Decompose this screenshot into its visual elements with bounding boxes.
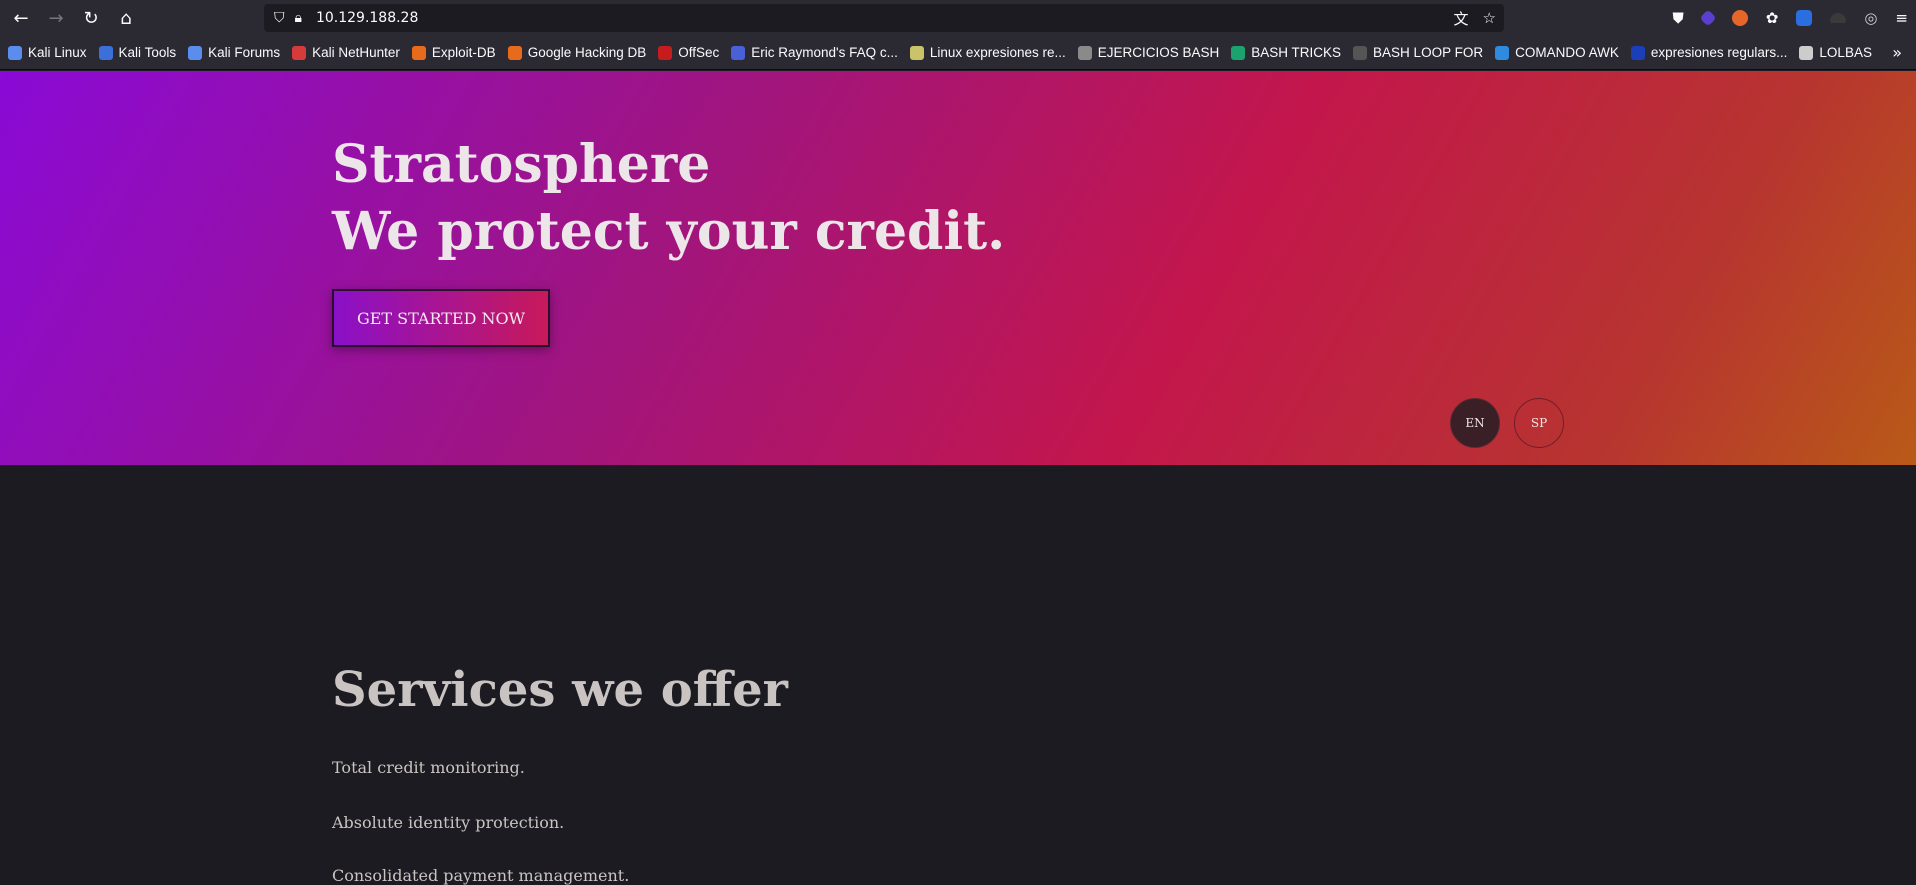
bookmarks-overflow-icon[interactable]: » — [1892, 36, 1902, 69]
language-sp-button[interactable]: SP — [1514, 398, 1564, 448]
pocket-icon[interactable]: ⛊ — [1672, 9, 1683, 27]
bookmark-label: BASH LOOP FOR — [1373, 45, 1484, 60]
services-title: Services we offer — [332, 662, 788, 718]
back-icon[interactable]: ← — [6, 3, 36, 33]
glasses-extension-icon[interactable]: ◎ — [1864, 9, 1877, 27]
translate-icon[interactable]: 文 — [1454, 8, 1469, 29]
bookmark-label: Kali Tools — [118, 45, 177, 60]
bookmark-favicon-icon — [1231, 45, 1246, 60]
bookmark-item[interactable]: Exploit-DB — [411, 45, 496, 60]
service-item: Absolute identity protection. — [332, 813, 565, 832]
hero-title-line2: We protect your credit. — [332, 201, 1006, 262]
bookmark-label: Eric Raymond's FAQ c... — [751, 45, 898, 60]
bookmark-favicon-icon — [188, 45, 203, 60]
service-item: Total credit monitoring. — [332, 758, 525, 777]
bookmark-favicon-icon — [8, 45, 22, 60]
address-bar[interactable]: ⛉ 🔒︎ 10.129.188.28 文 ☆ — [264, 4, 1504, 32]
bookmark-favicon-icon — [1630, 45, 1645, 60]
bookmark-label: Linux expresiones re... — [929, 45, 1066, 60]
bookmark-item[interactable]: Kali Linux — [8, 45, 87, 60]
home-icon[interactable]: ⌂ — [111, 3, 141, 33]
bookmark-favicon-icon — [292, 45, 307, 60]
bookmark-favicon-icon — [909, 45, 924, 60]
bookmark-star-icon[interactable]: ☆ — [1483, 9, 1496, 27]
bookmark-item[interactable]: Kali Tools — [98, 45, 177, 60]
bookmarks-bar: Kali Linux Kali Tools Kali Forums Kali NetH… — [0, 36, 1916, 70]
bookmark-favicon-icon — [658, 45, 673, 60]
bookmark-favicon-icon — [731, 45, 746, 60]
bookmark-item[interactable]: BASH TRICKS — [1231, 45, 1341, 60]
extension-purple-icon[interactable] — [1699, 9, 1717, 27]
translate-extension-icon[interactable] — [1796, 10, 1813, 26]
extension-fox-icon[interactable] — [1731, 10, 1748, 26]
bookmark-label: Kali Forums — [208, 45, 281, 60]
bookmark-favicon-icon — [98, 45, 113, 60]
hero-title-line1: Stratosphere — [332, 134, 711, 195]
reload-icon[interactable]: ↻ — [76, 3, 106, 33]
bookmark-item[interactable]: Eric Raymond's FAQ c... — [731, 45, 898, 60]
bookmark-item[interactable]: EJERCICIOS BASH — [1077, 45, 1220, 60]
bookmark-item[interactable]: Kali Forums — [188, 45, 280, 60]
forward-icon[interactable]: → — [41, 3, 71, 33]
menu-icon[interactable]: ≡ — [1895, 9, 1908, 27]
hat-extension-icon[interactable] — [1830, 13, 1847, 23]
bookmark-label: LOLBAS — [1819, 45, 1872, 60]
bookmark-label: COMANDO AWK — [1515, 45, 1619, 60]
bookmark-label: expresiones regulars... — [1650, 45, 1788, 60]
bookmark-item[interactable]: OffSec — [658, 45, 719, 60]
bookmark-label: Google Hacking DB — [527, 45, 647, 60]
bookmark-label: Kali Linux — [28, 45, 87, 60]
bookmark-favicon-icon — [1799, 45, 1814, 60]
service-item: Consolidated payment management. — [332, 866, 630, 885]
bookmark-favicon-icon — [411, 45, 426, 60]
lock-icon[interactable]: 🔒︎ — [295, 10, 302, 26]
extensions-area: ⛊ ✿ ◎ ≡ — [1672, 0, 1908, 36]
bookmark-label: OffSec — [678, 45, 720, 60]
bookmark-label: BASH TRICKS — [1251, 45, 1342, 60]
browser-toolbar: ← → ↻ ⌂ ⛉ 🔒︎ 10.129.188.28 文 ☆ ⛊ ✿ ◎ ≡ — [0, 0, 1916, 36]
bookmark-item[interactable]: expresiones regulars... — [1630, 45, 1788, 60]
bookmark-item[interactable]: Kali NetHunter — [292, 45, 400, 60]
bookmark-item[interactable]: COMANDO AWK — [1495, 45, 1619, 60]
bookmark-favicon-icon — [507, 45, 522, 60]
bookmark-item[interactable]: BASH LOOP FOR — [1353, 45, 1483, 60]
bookmark-label: Exploit-DB — [431, 45, 496, 60]
get-started-button[interactable]: GET STARTED NOW — [332, 289, 550, 347]
shield-icon[interactable]: ⛉ — [274, 10, 285, 26]
bookmark-item[interactable]: Google Hacking DB — [507, 45, 647, 60]
bookmark-favicon-icon — [1353, 45, 1368, 60]
bookmark-favicon-icon — [1077, 45, 1092, 60]
hero-section: Stratosphere We protect your credit. GET… — [0, 71, 1916, 465]
bookmark-label: Kali NetHunter — [312, 45, 400, 60]
bookmark-label: EJERCICIOS BASH — [1097, 45, 1220, 60]
url-text[interactable]: 10.129.188.28 — [316, 10, 418, 26]
bookmark-item[interactable]: LOLBAS — [1799, 45, 1872, 60]
bookmark-item[interactable]: Linux expresiones re... — [909, 45, 1066, 60]
cookie-icon[interactable]: ✿ — [1766, 9, 1779, 27]
language-en-button[interactable]: EN — [1450, 398, 1500, 448]
bookmark-favicon-icon — [1495, 45, 1510, 60]
hero-title: Stratosphere We protect your credit. — [332, 131, 1005, 265]
